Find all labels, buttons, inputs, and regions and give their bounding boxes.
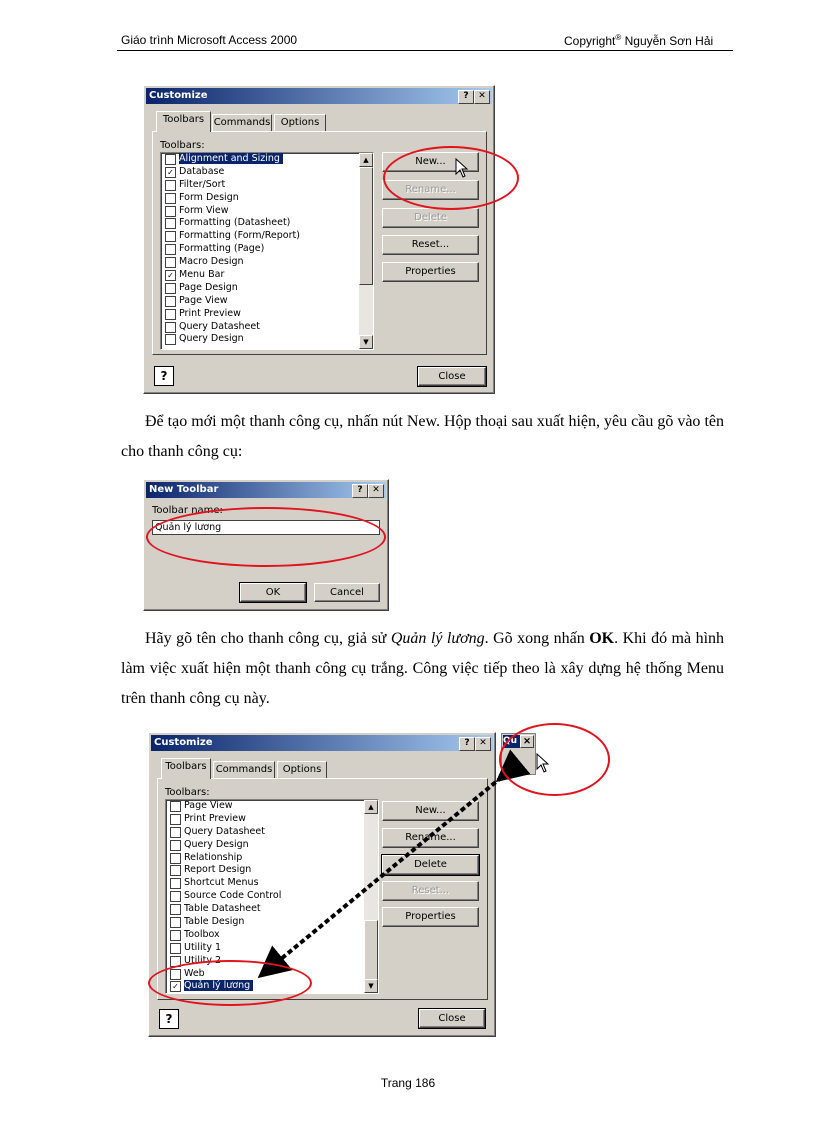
highlight-oval — [148, 960, 312, 1006]
tab-toolbars[interactable]: Toolbars — [161, 758, 211, 779]
highlight-oval — [499, 723, 610, 796]
annotation-layer — [257, 749, 531, 979]
page-number: Trang 186 — [380, 1076, 436, 1090]
dashed-arrow — [257, 749, 531, 979]
tab-toolbars[interactable]: Toolbars — [156, 111, 211, 132]
